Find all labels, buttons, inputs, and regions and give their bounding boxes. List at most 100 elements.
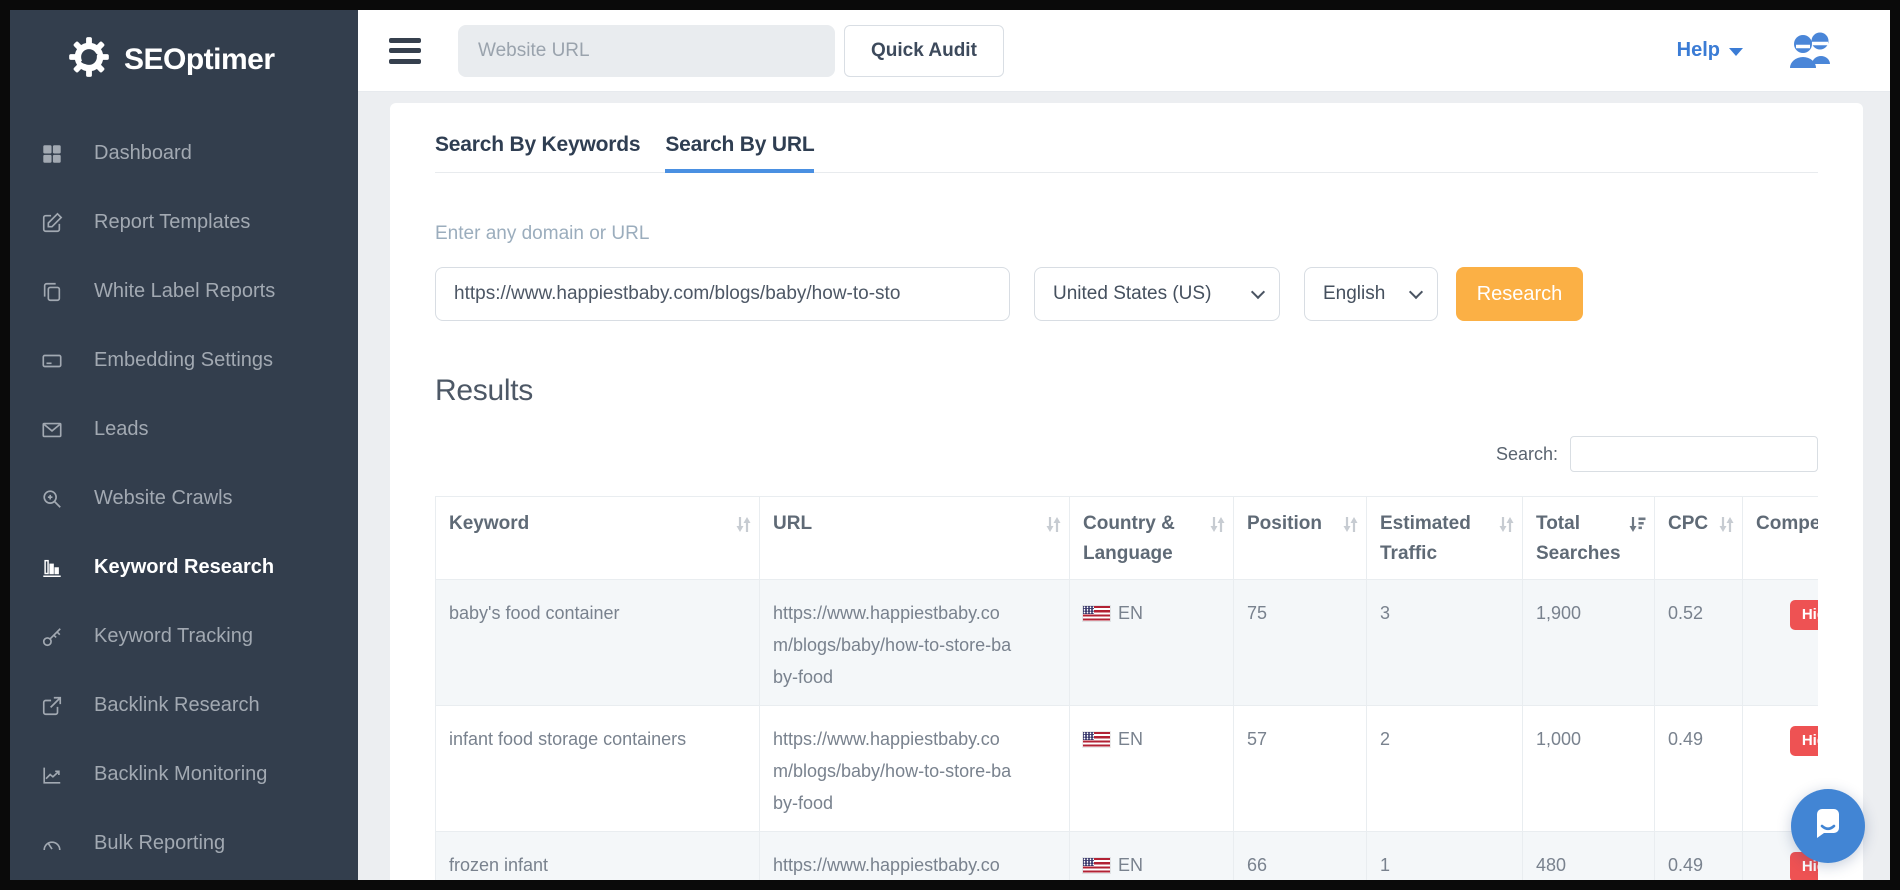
account-users-icon[interactable] <box>1787 30 1833 72</box>
sidebar-item-keyword-research[interactable]: Keyword Research <box>10 533 358 602</box>
sidebar-item-dashboard[interactable]: Dashboard <box>10 119 358 188</box>
sidebar-item-white-label-reports[interactable]: White Label Reports <box>10 257 358 326</box>
cell-url: https://www.happiestbaby.com/blogs/baby/… <box>760 580 1070 706</box>
cell-keyword: frozen infant <box>436 832 760 881</box>
results-table-wrapper: Keyword URL Country & Language Position … <box>435 496 1818 880</box>
cell-country-language: EN <box>1070 832 1234 881</box>
sort-icon <box>1343 513 1358 543</box>
us-flag-icon <box>1083 606 1110 621</box>
column-header-keyword[interactable]: Keyword <box>436 497 760 580</box>
sort-desc-active-icon <box>1629 513 1646 543</box>
cell-keyword: baby's food container <box>436 580 760 706</box>
cell-estimated-traffic: 2 <box>1367 706 1523 832</box>
chevron-down-icon <box>1251 285 1265 299</box>
cell-estimated-traffic: 1 <box>1367 832 1523 881</box>
sidebar-item-label: Bulk Reporting <box>94 832 225 855</box>
bar-chart-icon <box>40 556 64 580</box>
cell-country-language: EN <box>1070 706 1234 832</box>
search-tabs: Search By Keywords Search By URL <box>435 103 1818 173</box>
sort-icon <box>1046 513 1061 543</box>
sort-icon <box>1499 513 1514 543</box>
cell-position: 75 <box>1234 580 1367 706</box>
country-select[interactable]: United States (US) <box>1034 267 1280 321</box>
cell-position: 66 <box>1234 832 1367 881</box>
column-header-country-language[interactable]: Country & Language <box>1070 497 1234 580</box>
sort-icon <box>736 513 751 543</box>
search-label: Search: <box>1496 444 1558 465</box>
sidebar-item-label: Leads <box>94 418 149 441</box>
sidebar-item-leads[interactable]: Leads <box>10 395 358 464</box>
sidebar-item-backlink-monitoring[interactable]: Backlink Monitoring <box>10 740 358 809</box>
tab-search-by-url[interactable]: Search By URL <box>665 103 814 173</box>
dashboard-grid-icon <box>40 142 64 166</box>
app-window: SEOptimer Dashboard Report Templates <box>0 0 1900 890</box>
research-button[interactable]: Research <box>1456 267 1583 321</box>
seoptimer-logo[interactable]: SEOptimer <box>10 10 358 101</box>
external-link-icon <box>40 694 64 718</box>
sidebar-item-bulk-reporting[interactable]: Bulk Reporting <box>10 809 358 878</box>
column-header-cpc[interactable]: CPC <box>1655 497 1743 580</box>
gear-logo-icon <box>68 36 110 83</box>
cell-estimated-traffic: 3 <box>1367 580 1523 706</box>
key-icon <box>40 625 64 649</box>
keyword-research-card: Search By Keywords Search By URL Enter a… <box>390 103 1863 880</box>
magnifier-plus-icon <box>40 487 64 511</box>
help-menu[interactable]: Help <box>1677 39 1743 62</box>
table-row[interactable]: infant food storage containers https://w… <box>436 706 1819 832</box>
trend-chart-icon <box>40 763 64 787</box>
cell-total-searches: 1,000 <box>1523 706 1655 832</box>
column-header-competition[interactable]: Competition <box>1743 497 1819 580</box>
envelope-icon <box>40 418 64 442</box>
column-header-url[interactable]: URL <box>760 497 1070 580</box>
sidebar-item-label: Dashboard <box>94 142 192 165</box>
table-row[interactable]: frozen infant https://www.happiestbaby.c… <box>436 832 1819 881</box>
sidebar-item-website-crawls[interactable]: Website Crawls <box>10 464 358 533</box>
table-row[interactable]: baby's food container https://www.happie… <box>436 580 1819 706</box>
sidebar-item-label: Keyword Research <box>94 556 274 579</box>
table-search-input[interactable] <box>1570 436 1818 472</box>
sidebar-item-label: Website Crawls <box>94 487 233 510</box>
domain-url-input[interactable] <box>435 267 1010 321</box>
us-flag-icon <box>1083 858 1110 873</box>
language-selected-value: English <box>1323 283 1385 305</box>
tab-search-by-keywords[interactable]: Search By Keywords <box>435 103 640 173</box>
sidebar-item-embedding-settings[interactable]: Embedding Settings <box>10 326 358 395</box>
column-header-estimated-traffic[interactable]: Estimated Traffic <box>1367 497 1523 580</box>
column-header-position[interactable]: Position <box>1234 497 1367 580</box>
cell-keyword: infant food storage containers <box>436 706 760 832</box>
hamburger-menu-icon[interactable] <box>389 38 421 64</box>
cell-cpc: 0.52 <box>1655 580 1743 706</box>
table-header-row: Keyword URL Country & Language Position … <box>436 497 1819 580</box>
results-table: Keyword URL Country & Language Position … <box>435 496 1818 880</box>
research-form: United States (US) English Research <box>435 267 1818 321</box>
cell-url: https://www.happiestbaby.com/blogs/baby/… <box>760 706 1070 832</box>
page-content: Search By Keywords Search By URL Enter a… <box>358 92 1890 880</box>
sidebar-item-backlink-research[interactable]: Backlink Research <box>10 671 358 740</box>
cell-country-language: EN <box>1070 580 1234 706</box>
domain-url-label: Enter any domain or URL <box>435 223 1818 245</box>
country-selected-value: United States (US) <box>1053 283 1211 305</box>
sidebar: SEOptimer Dashboard Report Templates <box>10 10 358 880</box>
sidebar-item-label: White Label Reports <box>94 280 275 303</box>
chevron-down-icon <box>1729 48 1743 56</box>
cell-position: 57 <box>1234 706 1367 832</box>
sort-icon <box>1210 513 1225 543</box>
gauge-icon <box>40 832 64 856</box>
sidebar-item-keyword-tracking[interactable]: Keyword Tracking <box>10 602 358 671</box>
chat-launcher-button[interactable] <box>1791 789 1865 863</box>
sidebar-item-label: Backlink Monitoring <box>94 763 267 786</box>
cell-competition: High <box>1743 580 1819 706</box>
sidebar-nav: Dashboard Report Templates White Label R… <box>10 119 358 878</box>
sidebar-item-report-templates[interactable]: Report Templates <box>10 188 358 257</box>
pages-copy-icon <box>40 280 64 304</box>
language-select[interactable]: English <box>1304 267 1438 321</box>
cell-total-searches: 480 <box>1523 832 1655 881</box>
sidebar-item-label: Embedding Settings <box>94 349 273 372</box>
column-header-total-searches[interactable]: Total Searches <box>1523 497 1655 580</box>
competition-badge: High <box>1790 726 1818 756</box>
cell-cpc: 0.49 <box>1655 832 1743 881</box>
chevron-down-icon <box>1409 285 1423 299</box>
topbar-website-url-input[interactable] <box>458 25 835 77</box>
quick-audit-button[interactable]: Quick Audit <box>844 25 1004 77</box>
sidebar-item-label: Backlink Research <box>94 694 260 717</box>
